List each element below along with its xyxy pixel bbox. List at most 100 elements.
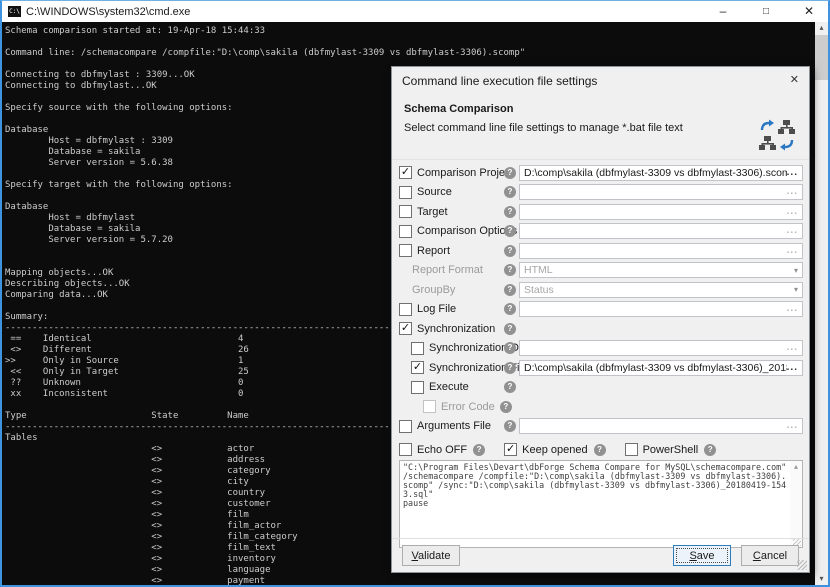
scroll-down-icon[interactable]: ▾	[815, 573, 828, 585]
echo-off-label: Echo OFF	[417, 444, 467, 456]
row-synchronization-file: ✓Synchronization File?D:\comp\sakila (db…	[392, 358, 809, 378]
comparison-project-checkbox[interactable]: ✓	[399, 166, 412, 179]
window-title: C:\WINDOWS\system32\cmd.exe	[26, 6, 190, 18]
validate-button[interactable]: Validate	[402, 545, 460, 566]
target-label: Target	[417, 206, 448, 218]
log-file-checkbox[interactable]	[399, 303, 412, 316]
comparison-project-help-icon[interactable]: ?	[504, 167, 516, 179]
synchronization-options-browse-button[interactable]: ...	[787, 343, 798, 353]
groupby-value: Status	[524, 284, 794, 296]
synchronization-file-browse-button[interactable]: ...	[787, 363, 798, 373]
close-button[interactable]: ✕	[798, 1, 820, 22]
comparison-options-browse-button[interactable]: ...	[787, 226, 798, 236]
groupby-select[interactable]: Status▾	[519, 282, 803, 298]
preview-scroll-up-icon[interactable]: ▴	[790, 461, 802, 473]
report-format-label: Report Format	[412, 264, 483, 276]
command-preview[interactable]: "C:\Program Files\Devart\dbForge Schema …	[400, 461, 802, 510]
cmd-window: C:\ C:\WINDOWS\system32\cmd.exe – □ ✕ Sc…	[0, 0, 830, 587]
target-checkbox[interactable]	[399, 205, 412, 218]
comparison-options-input[interactable]: ...	[519, 223, 803, 239]
row-report: Report?...	[392, 241, 809, 261]
console-scrollbar[interactable]: ▴ ▾	[815, 22, 828, 585]
target-browse-button[interactable]: ...	[787, 207, 798, 217]
preview-scrollbar[interactable]: ▴	[790, 461, 802, 547]
report-format-value: HTML	[524, 264, 794, 276]
log-file-help-icon[interactable]: ?	[504, 303, 516, 315]
header-title: Schema Comparison	[404, 103, 797, 115]
row-groupby: GroupBy?Status▾	[392, 280, 809, 300]
source-input[interactable]: ...	[519, 184, 803, 200]
cmd-icon: C:\	[8, 6, 21, 17]
synchronization-checkbox[interactable]: ✓	[399, 322, 412, 335]
option-echo-off: Echo OFF?	[399, 443, 485, 456]
comparison-options-checkbox[interactable]	[399, 225, 412, 238]
row-synchronization: ✓Synchronization?	[392, 319, 809, 339]
comparison-project-browse-button[interactable]: ...	[787, 168, 798, 178]
comparison-project-input[interactable]: D:\comp\sakila (dbfmylast-3309 vs dbfmyl…	[519, 165, 803, 181]
error-code-help-icon[interactable]: ?	[500, 401, 512, 413]
error-code-label: Error Code	[441, 401, 495, 413]
row-report-format: Report Format?HTML▾	[392, 261, 809, 281]
save-button[interactable]: Save	[673, 545, 731, 566]
target-input[interactable]: ...	[519, 204, 803, 220]
powershell-help-icon[interactable]: ?	[704, 444, 716, 456]
synchronization-file-help-icon[interactable]: ?	[504, 362, 516, 374]
row-log-file: Log File?...	[392, 300, 809, 320]
echo-off-checkbox[interactable]	[399, 443, 412, 456]
keep-opened-checkbox[interactable]: ✓	[504, 443, 517, 456]
groupby-dropdown-icon[interactable]: ▾	[794, 285, 798, 294]
log-file-label: Log File	[417, 303, 456, 315]
row-synchronization-options: Synchronization Options?...	[392, 339, 809, 359]
synchronization-help-icon[interactable]: ?	[504, 323, 516, 335]
dialog-resize-grip[interactable]	[797, 560, 807, 570]
target-help-icon[interactable]: ?	[504, 206, 516, 218]
groupby-help-icon[interactable]: ?	[504, 284, 516, 296]
cmd-titlebar: C:\ C:\WINDOWS\system32\cmd.exe – □ ✕	[2, 1, 828, 22]
comparison-project-value: D:\comp\sakila (dbfmylast-3309 vs dbfmyl…	[524, 167, 787, 179]
arguments-file-browse-button[interactable]: ...	[787, 421, 798, 431]
row-arguments-file: Arguments File?...	[392, 417, 809, 437]
source-checkbox[interactable]	[399, 186, 412, 199]
log-file-browse-button[interactable]: ...	[787, 304, 798, 314]
schema-comparison-icon	[759, 119, 795, 151]
report-browse-button[interactable]: ...	[787, 246, 798, 256]
source-browse-button[interactable]: ...	[787, 187, 798, 197]
source-help-icon[interactable]: ?	[504, 186, 516, 198]
dialog-close-icon[interactable]: ✕	[790, 73, 799, 86]
minimize-button[interactable]: –	[712, 1, 734, 22]
powershell-checkbox[interactable]	[625, 443, 638, 456]
arguments-file-checkbox[interactable]	[399, 420, 412, 433]
arguments-file-input[interactable]: ...	[519, 418, 803, 434]
source-label: Source	[417, 186, 452, 198]
error-code-checkbox[interactable]	[423, 400, 436, 413]
row-comparison-project: ✓ Comparison Project? D:\comp\sakila (dbfm…	[392, 163, 809, 183]
command-line-settings-dialog: Command line execution file settings ✕ S…	[391, 66, 810, 573]
report-format-select[interactable]: HTML▾	[519, 262, 803, 278]
synchronization-options-checkbox[interactable]	[411, 342, 424, 355]
echo-off-help-icon[interactable]: ?	[473, 444, 485, 456]
synchronization-file-input[interactable]: D:\comp\sakila (dbfmylast-3309 vs dbfmyl…	[519, 360, 803, 376]
row-source: Source?...	[392, 183, 809, 203]
cancel-button[interactable]: Cancel	[741, 545, 799, 566]
arguments-file-label: Arguments File	[417, 420, 491, 432]
execute-help-icon[interactable]: ?	[504, 381, 516, 393]
synchronization-options-input[interactable]: ...	[519, 340, 803, 356]
comparison-options-label: Comparison Options	[417, 225, 517, 237]
scroll-up-icon[interactable]: ▴	[815, 22, 828, 34]
synchronization-file-checkbox[interactable]: ✓	[411, 361, 424, 374]
keep-opened-help-icon[interactable]: ?	[594, 444, 606, 456]
row-comparison-options: Comparison Options?...	[392, 222, 809, 242]
command-preview-box[interactable]: "C:\Program Files\Devart\dbForge Schema …	[399, 460, 803, 548]
scrollbar-thumb[interactable]	[815, 35, 828, 80]
report-checkbox[interactable]	[399, 244, 412, 257]
arguments-file-help-icon[interactable]: ?	[504, 420, 516, 432]
comparison-project-label: Comparison Project	[417, 167, 514, 179]
row-target: Target?...	[392, 202, 809, 222]
maximize-button[interactable]: □	[755, 1, 777, 22]
log-file-input[interactable]: ...	[519, 301, 803, 317]
report-format-dropdown-icon[interactable]: ▾	[794, 266, 798, 275]
report-help-icon[interactable]: ?	[504, 245, 516, 257]
execute-checkbox[interactable]	[411, 381, 424, 394]
report-input[interactable]: ...	[519, 243, 803, 259]
report-format-help-icon[interactable]: ?	[504, 264, 516, 276]
